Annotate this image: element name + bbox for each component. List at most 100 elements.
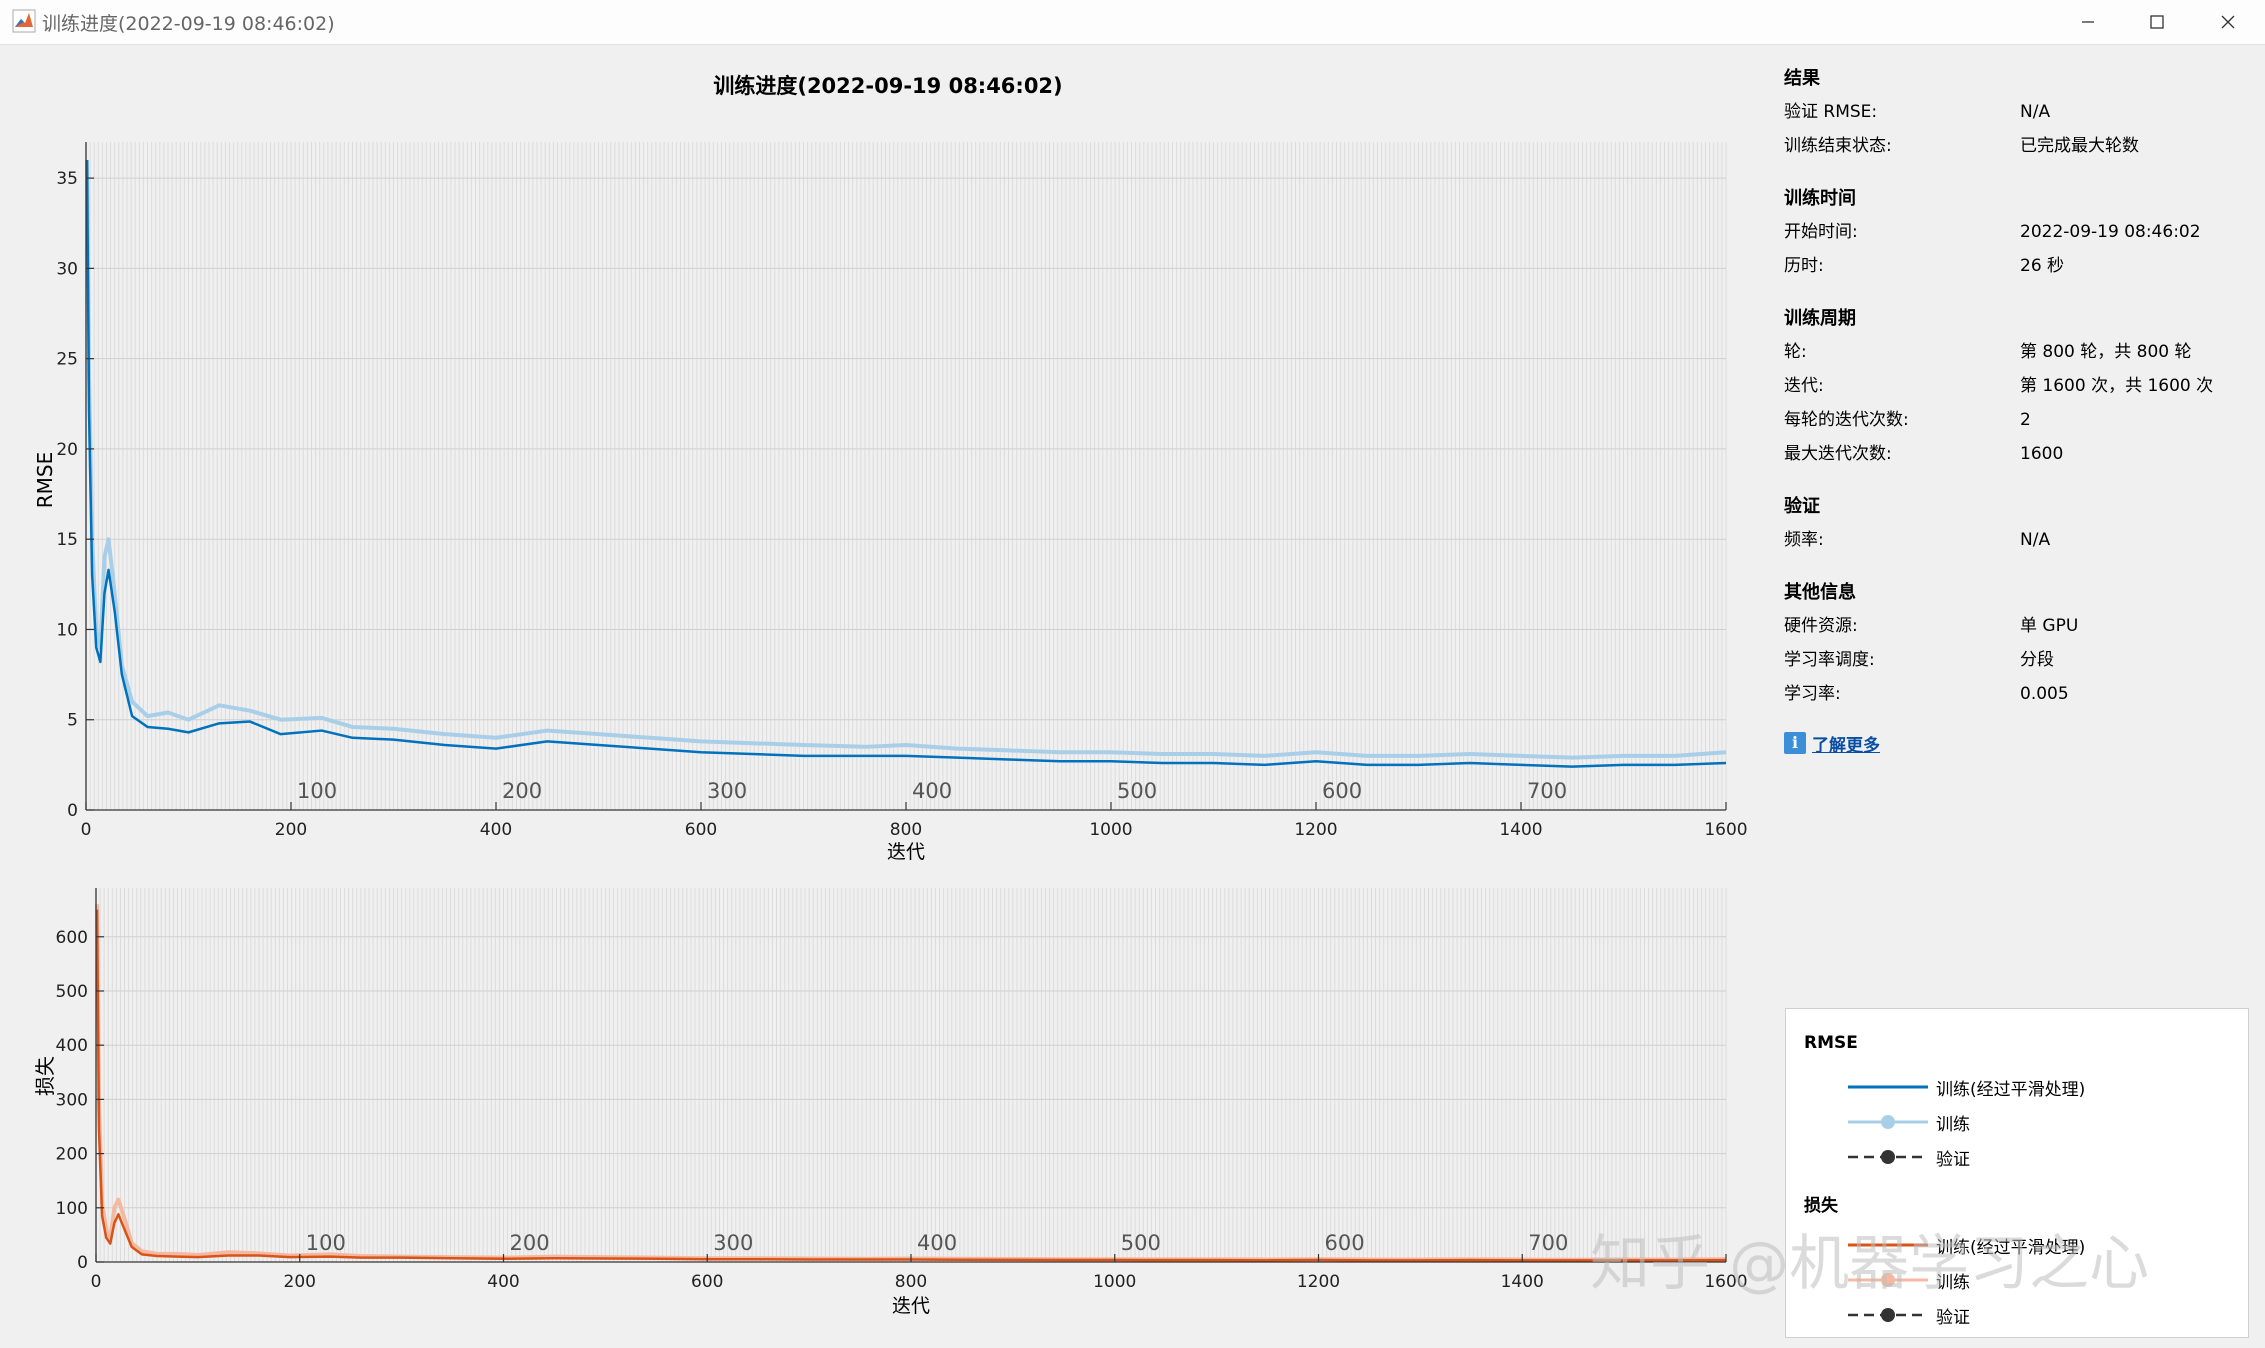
row-value: 2 [2020,410,2031,430]
legend-loss-smoothed: 训练(经过平滑处理) [1936,1238,2086,1258]
epoch-label: 200 [502,779,542,803]
row-end-state: 训练结束状态: 已完成最大轮数 [1784,134,2244,168]
y-tick-label: 500 [56,982,88,1002]
x-tick-label: 600 [685,820,717,840]
y-tick-label: 300 [56,1090,88,1110]
row-key: 频率: [1784,530,1824,550]
y-tick-label: 10 [56,620,78,640]
row-elapsed: 历时: 26 秒 [1784,254,2244,288]
y-axis-label: RMSE [33,452,57,508]
epoch-label: 700 [1528,1231,1568,1255]
epoch-label: 700 [1527,779,1567,803]
epoch-label: 600 [1322,779,1362,803]
epoch-label: 300 [713,1231,753,1255]
row-value: 第 1600 次，共 1600 次 [2020,376,2214,396]
row-key: 硬件资源: [1784,616,1858,636]
close-button[interactable] [2195,0,2261,44]
row-epoch: 轮: 第 800 轮，共 800 轮 [1784,340,2244,374]
row-value: 分段 [2020,650,2054,670]
x-tick-label: 0 [91,1272,102,1292]
section-cycle-title: 训练周期 [1784,308,1856,329]
section-results-title: 结果 [1784,68,1820,89]
row-value: 已完成最大轮数 [2020,136,2139,156]
x-tick-label: 1200 [1297,1272,1340,1292]
matlab-icon [12,9,36,33]
legend-box: RMSE 训练(经过平滑处理) 训练 验证 损失 训练(经过平滑处理) 训练 验… [1785,1008,2249,1338]
minimize-icon [2082,21,2094,23]
row-value: N/A [2020,530,2051,550]
row-learning-rate: 学习率: 0.005 [1784,682,2244,716]
x-tick-label: 1200 [1294,820,1337,840]
x-tick-label: 0 [81,820,92,840]
legend-raw-swatch [1848,1115,1928,1129]
row-value: 1600 [2020,444,2064,464]
y-tick-label: 200 [56,1145,88,1165]
x-tick-label: 1400 [1501,1272,1544,1292]
epoch-label: 100 [306,1231,346,1255]
legend-smoothed-swatch [1848,1243,1928,1247]
epoch-label: 100 [297,779,337,803]
y-tick-label: 35 [56,169,78,189]
row-key: 每轮的迭代次数: [1784,410,1909,430]
row-iterations-per-epoch: 每轮的迭代次数: 2 [1784,408,2244,442]
figure-title: 训练进度(2022-09-19 08:46:02) [713,74,1063,98]
legend-raw-swatch [1848,1273,1928,1287]
row-validation-rmse: 验证 RMSE: N/A [1784,100,2244,134]
row-value: 2022-09-19 08:46:02 [2020,222,2201,242]
maximize-icon [2150,15,2164,29]
row-hardware: 硬件资源: 单 GPU [1784,614,2244,648]
row-key: 训练结束状态: [1784,136,1892,156]
x-tick-label: 400 [487,1272,519,1292]
x-tick-label: 200 [284,1272,316,1292]
row-key: 迭代: [1784,376,1824,396]
x-tick-label: 600 [691,1272,723,1292]
y-tick-label: 15 [56,530,78,550]
window-title: 训练进度(2022-09-19 08:46:02) [42,13,335,35]
row-frequency: 频率: N/A [1784,528,2244,562]
epoch-label: 300 [707,779,747,803]
row-max-iterations: 最大迭代次数: 1600 [1784,442,2244,476]
loss-chart: 100 200 300 400 500 600 700 0 100 200 300 400 500 600… [33,888,1748,1317]
row-key: 验证 RMSE: [1784,102,1878,122]
x-tick-label: 800 [890,820,922,840]
epoch-label: 400 [912,779,952,803]
legend-rmse-smoothed: 训练(经过平滑处理) [1936,1080,2086,1100]
maximize-button[interactable] [2124,0,2190,44]
y-tick-label: 600 [56,928,88,948]
y-tick-label: 25 [56,350,78,370]
epoch-label: 500 [1117,779,1157,803]
close-icon [2221,15,2235,29]
y-tick-label: 400 [56,1036,88,1056]
title-bar: 训练进度(2022-09-19 08:46:02) [0,0,2265,45]
learn-more-label: 了解更多 [1812,735,1880,756]
row-key: 轮: [1784,342,1807,362]
x-tick-label: 1000 [1089,820,1132,840]
info-panel: 结果 验证 RMSE: N/A 训练结束状态: 已完成最大轮数 训练时间 开始时间:… [1784,66,2244,760]
y-tick-label: 30 [56,259,78,279]
x-tick-label: 1600 [1704,820,1747,840]
minimize-button[interactable] [2055,0,2121,44]
legend-rmse-raw: 训练 [1936,1115,1970,1135]
y-tick-label: 5 [67,711,78,731]
legend-loss-validation: 验证 [1936,1308,1970,1328]
row-value: 26 秒 [2020,256,2065,276]
legend-validation-swatch [1848,1308,1928,1322]
row-key: 学习率: [1784,684,1841,704]
section-validation-title: 验证 [1784,496,1820,517]
x-tick-label: 400 [480,820,512,840]
row-key: 历时: [1784,256,1824,276]
x-axis-label: 迭代 [892,1295,930,1317]
row-value: 单 GPU [2020,616,2079,636]
row-key: 学习率调度: [1784,650,1875,670]
legend-loss-raw: 训练 [1936,1273,1970,1293]
y-tick-label: 0 [77,1253,88,1273]
x-tick-label: 1600 [1704,1272,1747,1292]
epoch-label: 200 [510,1231,550,1255]
x-tick-label: 1400 [1499,820,1542,840]
learn-more-link[interactable]: i 了解更多 [1784,726,2244,760]
row-key: 最大迭代次数: [1784,444,1892,464]
legend-rmse-validation: 验证 [1936,1150,1970,1170]
row-start-time: 开始时间: 2022-09-19 08:46:02 [1784,220,2244,254]
y-tick-label: 20 [56,440,78,460]
row-value: 0.005 [2020,684,2069,704]
